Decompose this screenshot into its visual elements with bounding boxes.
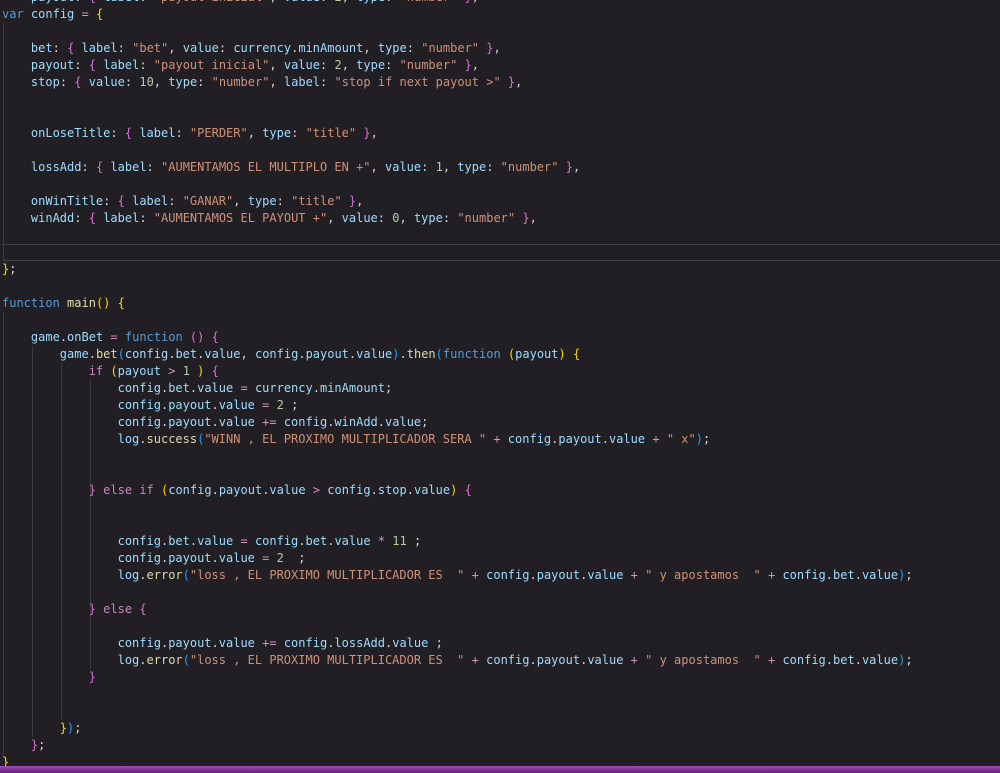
- code-line[interactable]: [2, 312, 1000, 329]
- code-line[interactable]: [2, 584, 1000, 601]
- code-editor[interactable]: payout: { label: "payout inicial", value…: [0, 0, 1000, 773]
- code-line[interactable]: game.onBet = function () {: [2, 329, 1000, 346]
- code-line[interactable]: config.bet.value = config.bet.value * 11…: [2, 533, 1000, 550]
- code-line[interactable]: [2, 91, 1000, 108]
- code-line[interactable]: }: [2, 669, 1000, 686]
- code-line[interactable]: [2, 465, 1000, 482]
- code-line[interactable]: onWinTitle: { label: "GANAR", type: "tit…: [2, 193, 1000, 210]
- code-line[interactable]: [2, 244, 1000, 261]
- code-line[interactable]: [2, 618, 1000, 635]
- code-line[interactable]: stop: { value: 10, type: "number", label…: [2, 74, 1000, 91]
- code-line[interactable]: [2, 108, 1000, 125]
- code-line[interactable]: });: [2, 720, 1000, 737]
- status-bar: [0, 766, 1000, 773]
- code-line[interactable]: };: [2, 737, 1000, 754]
- code-line[interactable]: [2, 703, 1000, 720]
- code-line[interactable]: [2, 176, 1000, 193]
- code-line[interactable]: payout: { label: "payout inicial", value…: [2, 57, 1000, 74]
- code-line[interactable]: [2, 227, 1000, 244]
- code-line[interactable]: config.payout.value = 2 ;: [2, 397, 1000, 414]
- code-line[interactable]: if (payout > 1 ) {: [2, 363, 1000, 380]
- code-line[interactable]: game.bet(config.bet.value, config.payout…: [2, 346, 1000, 363]
- code-line[interactable]: config.payout.value += config.winAdd.val…: [2, 414, 1000, 431]
- code-line[interactable]: var config = {: [2, 6, 1000, 23]
- code-line[interactable]: winAdd: { label: "AUMENTAMOS EL PAYOUT +…: [2, 210, 1000, 227]
- code-line[interactable]: };: [2, 261, 1000, 278]
- code-line[interactable]: config.payout.value += config.lossAdd.va…: [2, 635, 1000, 652]
- code-line[interactable]: lossAdd: { label: "AUMENTAMOS EL MULTIPL…: [2, 159, 1000, 176]
- code-line[interactable]: [2, 686, 1000, 703]
- code-line[interactable]: [2, 142, 1000, 159]
- code-line[interactable]: } else if (config.payout.value > config.…: [2, 482, 1000, 499]
- code-line[interactable]: [2, 516, 1000, 533]
- code-line[interactable]: log.error("loss , EL PROXIMO MULTIPLICAD…: [2, 567, 1000, 584]
- code-line[interactable]: } else {: [2, 601, 1000, 618]
- code-line[interactable]: config.bet.value = currency.minAmount;: [2, 380, 1000, 397]
- code-line[interactable]: log.success("WINN , EL PROXIMO MULTIPLIC…: [2, 431, 1000, 448]
- code-line[interactable]: config.payout.value = 2 ;: [2, 550, 1000, 567]
- code-area[interactable]: payout: { label: "payout inicial", value…: [0, 0, 1000, 771]
- code-line[interactable]: onLoseTitle: { label: "PERDER", type: "t…: [2, 125, 1000, 142]
- code-line[interactable]: function main() {: [2, 295, 1000, 312]
- code-line[interactable]: [2, 23, 1000, 40]
- code-line[interactable]: log.error("loss , EL PROXIMO MULTIPLICAD…: [2, 652, 1000, 669]
- code-line[interactable]: [2, 448, 1000, 465]
- code-line[interactable]: [2, 278, 1000, 295]
- code-line[interactable]: [2, 499, 1000, 516]
- code-line[interactable]: bet: { label: "bet", value: currency.min…: [2, 40, 1000, 57]
